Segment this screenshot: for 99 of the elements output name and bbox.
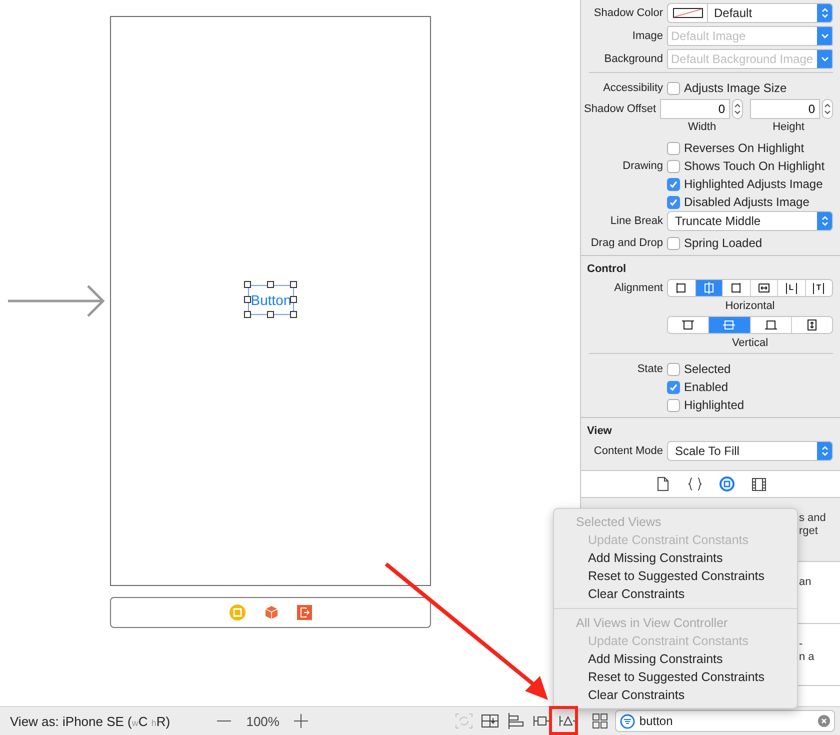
menu-header: Selected Views (575, 514, 662, 531)
menu-header: All Views in View Controller (575, 615, 729, 632)
stepper-arrows-icon (734, 102, 741, 116)
align-fill-icon (758, 282, 770, 294)
align-middle-icon (723, 319, 736, 331)
checkbox-label: Enabled (684, 380, 728, 394)
checkbox-label: Disabled Adjusts Image (684, 195, 810, 209)
stepper-arrows-icon (824, 102, 831, 116)
grid-button[interactable] (590, 711, 610, 731)
menu-item[interactable]: Add Missing Constraints (554, 549, 797, 567)
field-label: Image (631, 30, 663, 42)
library-description: n a (799, 651, 816, 664)
field-label: Shadow Offset (583, 103, 656, 115)
popup-button[interactable]: Scale To Fill (667, 441, 833, 461)
search-input[interactable]: button (639, 714, 814, 728)
stepper[interactable] (732, 99, 743, 119)
stepper-icon (820, 215, 828, 227)
checkbox[interactable] (667, 362, 680, 376)
stepper-icon (820, 7, 828, 19)
checkbox[interactable] (667, 178, 680, 190)
menu-item[interactable]: Clear Constraints (554, 585, 797, 603)
align-right-icon (730, 282, 742, 294)
clear-icon[interactable] (818, 715, 830, 727)
align-bottom-icon (764, 319, 777, 331)
align-top-icon (682, 319, 694, 331)
color-swatch-icon (672, 8, 702, 18)
checkbox-label: Spring Loaded (684, 236, 762, 250)
alignment-segment[interactable]: T (804, 280, 832, 296)
library-description: s and (799, 512, 827, 525)
resolve-issues-icon (559, 713, 577, 729)
checkbox-label: Adjusts Image Size (684, 81, 787, 95)
segmented-control[interactable]: L T (667, 279, 833, 297)
stepper[interactable] (822, 99, 833, 119)
number-field[interactable]: 0 (750, 99, 820, 119)
toolbar-button[interactable] (506, 711, 526, 731)
checkbox-label: Highlighted Adjusts Image (684, 177, 823, 191)
chevron-down-icon (820, 56, 828, 62)
menu-item[interactable]: Reset to Suggested Constraints (554, 567, 797, 585)
library-description: an (799, 576, 812, 589)
color-popup[interactable]: Default (667, 3, 833, 23)
align-fill-icon (806, 319, 818, 331)
align-center-icon (702, 282, 715, 294)
zoom-level: 100% (246, 714, 280, 728)
checkbox[interactable] (667, 398, 680, 412)
field-label: Drawing (622, 160, 663, 172)
checkbox[interactable] (667, 236, 680, 250)
library-description: - (799, 638, 804, 651)
minus-icon (217, 720, 232, 722)
checkbox-label: Highlighted (684, 398, 744, 412)
search-field[interactable]: button (615, 710, 835, 732)
field-label: Background (603, 53, 663, 65)
file-icon (656, 477, 668, 491)
field-caption: Height (772, 120, 806, 132)
menu-item[interactable]: Clear Constraints (554, 686, 797, 704)
field-caption: Width (686, 120, 718, 132)
field-label: State (636, 363, 663, 375)
checkbox[interactable] (667, 142, 680, 154)
popup-button[interactable]: Truncate Middle (667, 211, 833, 231)
align-icon (507, 713, 525, 729)
field-label: Accessibility (602, 82, 663, 94)
section-title: Control (586, 263, 628, 275)
section-title: View (586, 425, 613, 437)
menu-item[interactable]: Add Missing Constraints (554, 650, 797, 668)
zoom-in-button[interactable] (293, 713, 309, 729)
filter-icon (620, 714, 636, 728)
segment-caption: Horizontal (724, 300, 776, 312)
number-field[interactable]: 0 (660, 99, 730, 119)
checkbox-label: Shows Touch On Highlight (684, 159, 825, 173)
refresh-frames-icon (455, 713, 473, 729)
library-description: rget (799, 525, 819, 538)
chevron-down-icon (820, 33, 828, 39)
checkbox[interactable] (667, 196, 680, 208)
checkbox[interactable] (667, 82, 680, 94)
stepper-icon (820, 445, 828, 457)
checkbox[interactable] (667, 160, 680, 172)
segment-caption: Vertical (730, 337, 770, 349)
field-label: Line Break (609, 215, 663, 227)
inspector-tab[interactable] (750, 476, 766, 492)
segmented-control[interactable] (667, 316, 833, 334)
field-label: Shadow Color (592, 7, 663, 19)
checkbox[interactable] (667, 380, 680, 394)
inspector-tab[interactable] (686, 476, 702, 492)
inspector-tab[interactable] (654, 476, 670, 492)
checkbox-label: Reverses On Highlight (684, 141, 804, 155)
menu-item[interactable]: Reset to Suggested Constraints (554, 668, 797, 686)
embed-stack-icon (481, 713, 499, 729)
checkbox-label: Selected (684, 362, 731, 376)
plus-icon (294, 714, 308, 728)
cube-icon[interactable] (264, 605, 279, 620)
braces-icon (688, 477, 702, 491)
align-left-icon (675, 282, 688, 294)
attributes-icon (718, 476, 734, 492)
exit-icon[interactable] (297, 605, 312, 620)
pin-icon (533, 713, 551, 729)
field-label: Drag and Drop (590, 237, 663, 249)
field-label: Content Mode (592, 445, 663, 457)
grid-icon (592, 713, 608, 729)
alignment-segment[interactable] (790, 317, 832, 333)
field-label: Alignment (613, 282, 663, 294)
